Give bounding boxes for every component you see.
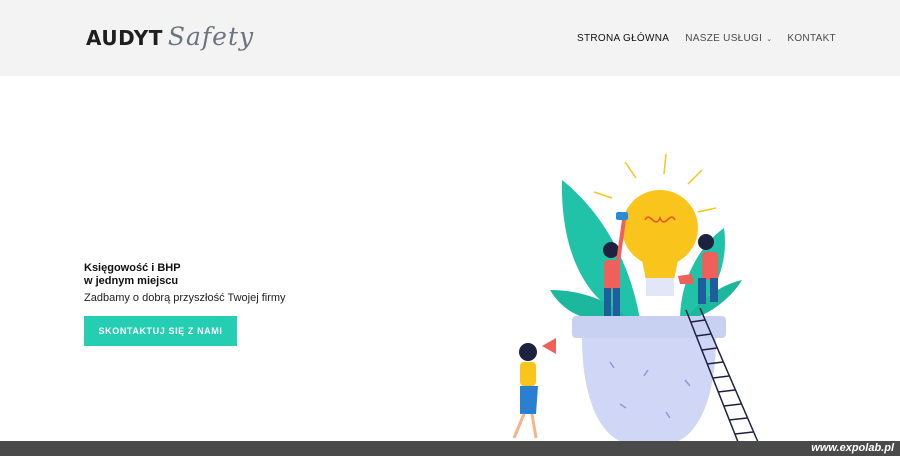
nav-item-contact[interactable]: KONTAKT	[787, 33, 836, 44]
logo[interactable]: AUDYT Safety	[86, 22, 254, 51]
site-header: AUDYT Safety STRONA GŁÓWNA NASZE USŁUGI …	[0, 0, 900, 76]
hero-title-line1: Księgowość i BHP	[84, 262, 181, 274]
pot-body	[582, 338, 716, 442]
lightbulb-neck	[640, 250, 680, 280]
hero-illustration	[492, 153, 788, 445]
woman-with-megaphone	[512, 338, 556, 439]
nav-item-services-label: NASZE USŁUGI	[685, 33, 763, 44]
main-nav: STRONA GŁÓWNA NASZE USŁUGI ⌄ KONTAKT	[577, 33, 836, 44]
logo-main-text: AUDYT	[86, 26, 163, 50]
contact-cta-button[interactable]: SKONTAKTUJ SIĘ Z NAMI	[84, 316, 237, 346]
logo-script-text: Safety	[167, 22, 255, 51]
nav-item-services[interactable]: NASZE USŁUGI ⌄	[685, 33, 772, 44]
hero-title-line2: w jednym miejscu	[84, 275, 179, 287]
hero-text: Księgowość i BHP w jednym miejscu Zadbam…	[84, 262, 286, 304]
lightbulb-base	[646, 278, 674, 296]
chevron-down-icon: ⌄	[766, 35, 773, 43]
watermark-text: www.expolab.pl	[811, 442, 894, 454]
hero-subtitle: Zadbamy o dobrą przyszłość Twojej firmy	[84, 292, 286, 304]
hero-title: Księgowość i BHP w jednym miejscu	[84, 262, 286, 288]
footer-bar: www.expolab.pl	[0, 441, 900, 456]
nav-item-home[interactable]: STRONA GŁÓWNA	[577, 33, 669, 44]
